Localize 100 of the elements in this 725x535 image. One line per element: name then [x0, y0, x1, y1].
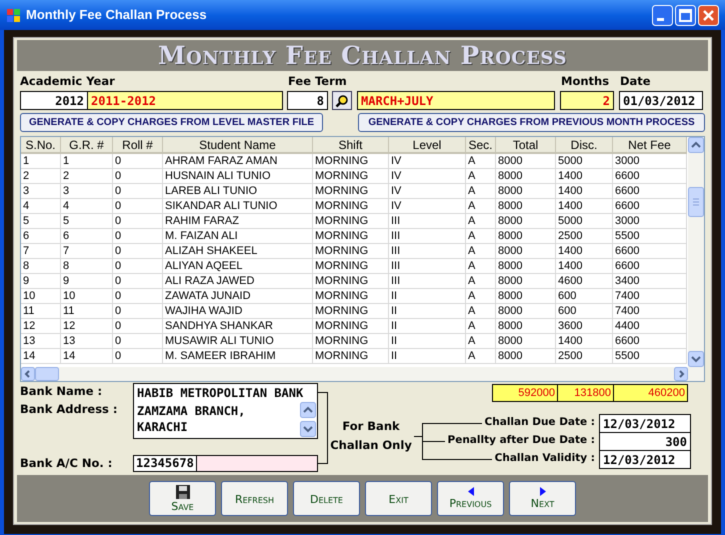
column-header[interactable]: S.No.	[21, 137, 61, 154]
table-cell: 8000	[496, 199, 556, 213]
bank-address-field[interactable]: ZAMZAMA BRANCH, KARACHI	[133, 401, 318, 439]
date-field[interactable]: 01/03/2012	[619, 91, 703, 110]
table-cell: 7	[21, 244, 61, 258]
table-cell: 8000	[496, 319, 556, 333]
table-cell: 13	[21, 334, 61, 348]
scroll-thumb[interactable]	[35, 367, 59, 381]
search-button[interactable]	[332, 91, 352, 110]
account-number: 12345678	[134, 456, 197, 472]
bank-account-label: Bank A/C No. :	[20, 455, 114, 472]
table-cell: 0	[113, 154, 163, 168]
toolbar-button[interactable]: Save	[149, 481, 216, 516]
address-text: ZAMZAMA BRANCH, KARACHI	[136, 403, 246, 436]
table-cell: 5500	[613, 229, 687, 243]
challan-field-label: Challan Due Date :	[484, 415, 595, 430]
column-header[interactable]: Disc.	[556, 137, 613, 154]
column-header[interactable]: Total	[496, 137, 556, 154]
scroll-down-icon[interactable]	[300, 421, 316, 437]
fee-term-field[interactable]: 8	[287, 91, 328, 110]
table-cell: 6600	[613, 199, 687, 213]
table-cell: 1400	[556, 259, 613, 273]
months-field[interactable]: 2	[560, 91, 614, 110]
scroll-down-icon[interactable]	[688, 351, 704, 367]
bank-account-field[interactable]: 12345678	[133, 455, 318, 472]
table-cell: 5000	[556, 154, 613, 168]
table-cell: 14	[21, 349, 61, 363]
table-cell: A	[466, 274, 496, 288]
scroll-up-icon[interactable]	[300, 402, 316, 418]
table-cell: 0	[113, 199, 163, 213]
toolbar-button[interactable]: Next	[509, 481, 576, 516]
table-cell: A	[466, 289, 496, 303]
table-cell: MORNING	[313, 289, 389, 303]
table-cell: 11	[21, 304, 61, 318]
toolbar-button[interactable]: Exit	[365, 481, 432, 516]
scroll-left-icon[interactable]	[21, 367, 35, 381]
table-cell: 3	[21, 184, 61, 198]
table-cell: III	[389, 214, 466, 228]
table-cell: 5000	[556, 214, 613, 228]
table-cell: ALIZAH SHAKEEL	[163, 244, 313, 258]
table-cell: 8000	[496, 184, 556, 198]
table-cell: II	[389, 319, 466, 333]
table-cell: 12	[21, 319, 61, 333]
table-cell: SIKANDAR ALI TUNIO	[163, 199, 313, 213]
table-cell: MORNING	[313, 169, 389, 183]
table-cell: 4400	[613, 319, 687, 333]
column-header[interactable]: G.R. #	[61, 137, 113, 154]
table-cell: 0	[113, 214, 163, 228]
table-cell: A	[466, 319, 496, 333]
scroll-thumb[interactable]	[688, 187, 704, 217]
fee-term-name-field[interactable]: MARCH+JULY	[357, 91, 555, 110]
scroll-up-icon[interactable]	[688, 137, 704, 153]
table-cell: A	[466, 154, 496, 168]
session-field[interactable]: 2011-2012	[88, 91, 283, 110]
column-header[interactable]: Level	[389, 137, 466, 154]
table-cell: 0	[113, 184, 163, 198]
column-header[interactable]: Sec.	[466, 137, 496, 154]
table-cell: A	[466, 259, 496, 273]
year-field[interactable]: 2012	[20, 91, 88, 110]
toolbar-button[interactable]: Previous	[437, 481, 504, 516]
table-cell: 9	[61, 274, 113, 288]
close-button[interactable]	[698, 4, 719, 26]
scroll-right-icon[interactable]	[674, 367, 688, 381]
fee-term-label: Fee Term	[288, 72, 348, 90]
maximize-button[interactable]	[675, 4, 696, 26]
bank-note: For Bank Challan Only	[329, 418, 413, 454]
table-cell: A	[466, 334, 496, 348]
toolbar-button[interactable]: Delete	[293, 481, 360, 516]
challan-field[interactable]: 12/03/2012	[599, 414, 691, 433]
vertical-scrollbar[interactable]	[688, 137, 704, 367]
column-header[interactable]: Student Name	[163, 137, 313, 154]
challan-field[interactable]: 12/03/2012	[599, 450, 691, 469]
table-cell: 8000	[496, 289, 556, 303]
table-cell: 5	[21, 214, 61, 228]
column-header[interactable]: Shift	[313, 137, 389, 154]
table-cell: 1400	[556, 169, 613, 183]
table-cell: 8000	[496, 259, 556, 273]
challan-field[interactable]: 300	[599, 432, 691, 451]
search-icon	[335, 94, 349, 108]
column-header[interactable]: Roll #	[113, 137, 163, 154]
toolbar-button[interactable]: Refresh	[221, 481, 288, 516]
table-cell: 3	[61, 184, 113, 198]
table-cell: MORNING	[313, 184, 389, 198]
table-cell: 3000	[613, 214, 687, 228]
table-cell: 0	[113, 289, 163, 303]
generate-charges-button[interactable]: GENERATE & COPY CHARGES FROM PREVIOUS MONTH PROCESS	[358, 113, 705, 132]
bank-name-field[interactable]: HABIB METROPOLITAN BANK	[133, 383, 318, 402]
horizontal-scrollbar[interactable]	[21, 367, 704, 381]
table-cell: A	[466, 304, 496, 318]
table-cell: MORNING	[313, 154, 389, 168]
table-cell: 0	[113, 229, 163, 243]
generate-charges-button[interactable]: GENERATE & COPY CHARGES FROM LEVEL MASTER FILE	[20, 113, 323, 132]
table-cell: III	[389, 229, 466, 243]
table-cell: MORNING	[313, 244, 389, 258]
column-header[interactable]: Net Fee	[613, 137, 687, 154]
table-cell: 11	[61, 304, 113, 318]
months-label: Months	[561, 72, 610, 90]
table-cell: 4	[61, 199, 113, 213]
minimize-button[interactable]	[652, 4, 673, 26]
table-cell: A	[466, 199, 496, 213]
